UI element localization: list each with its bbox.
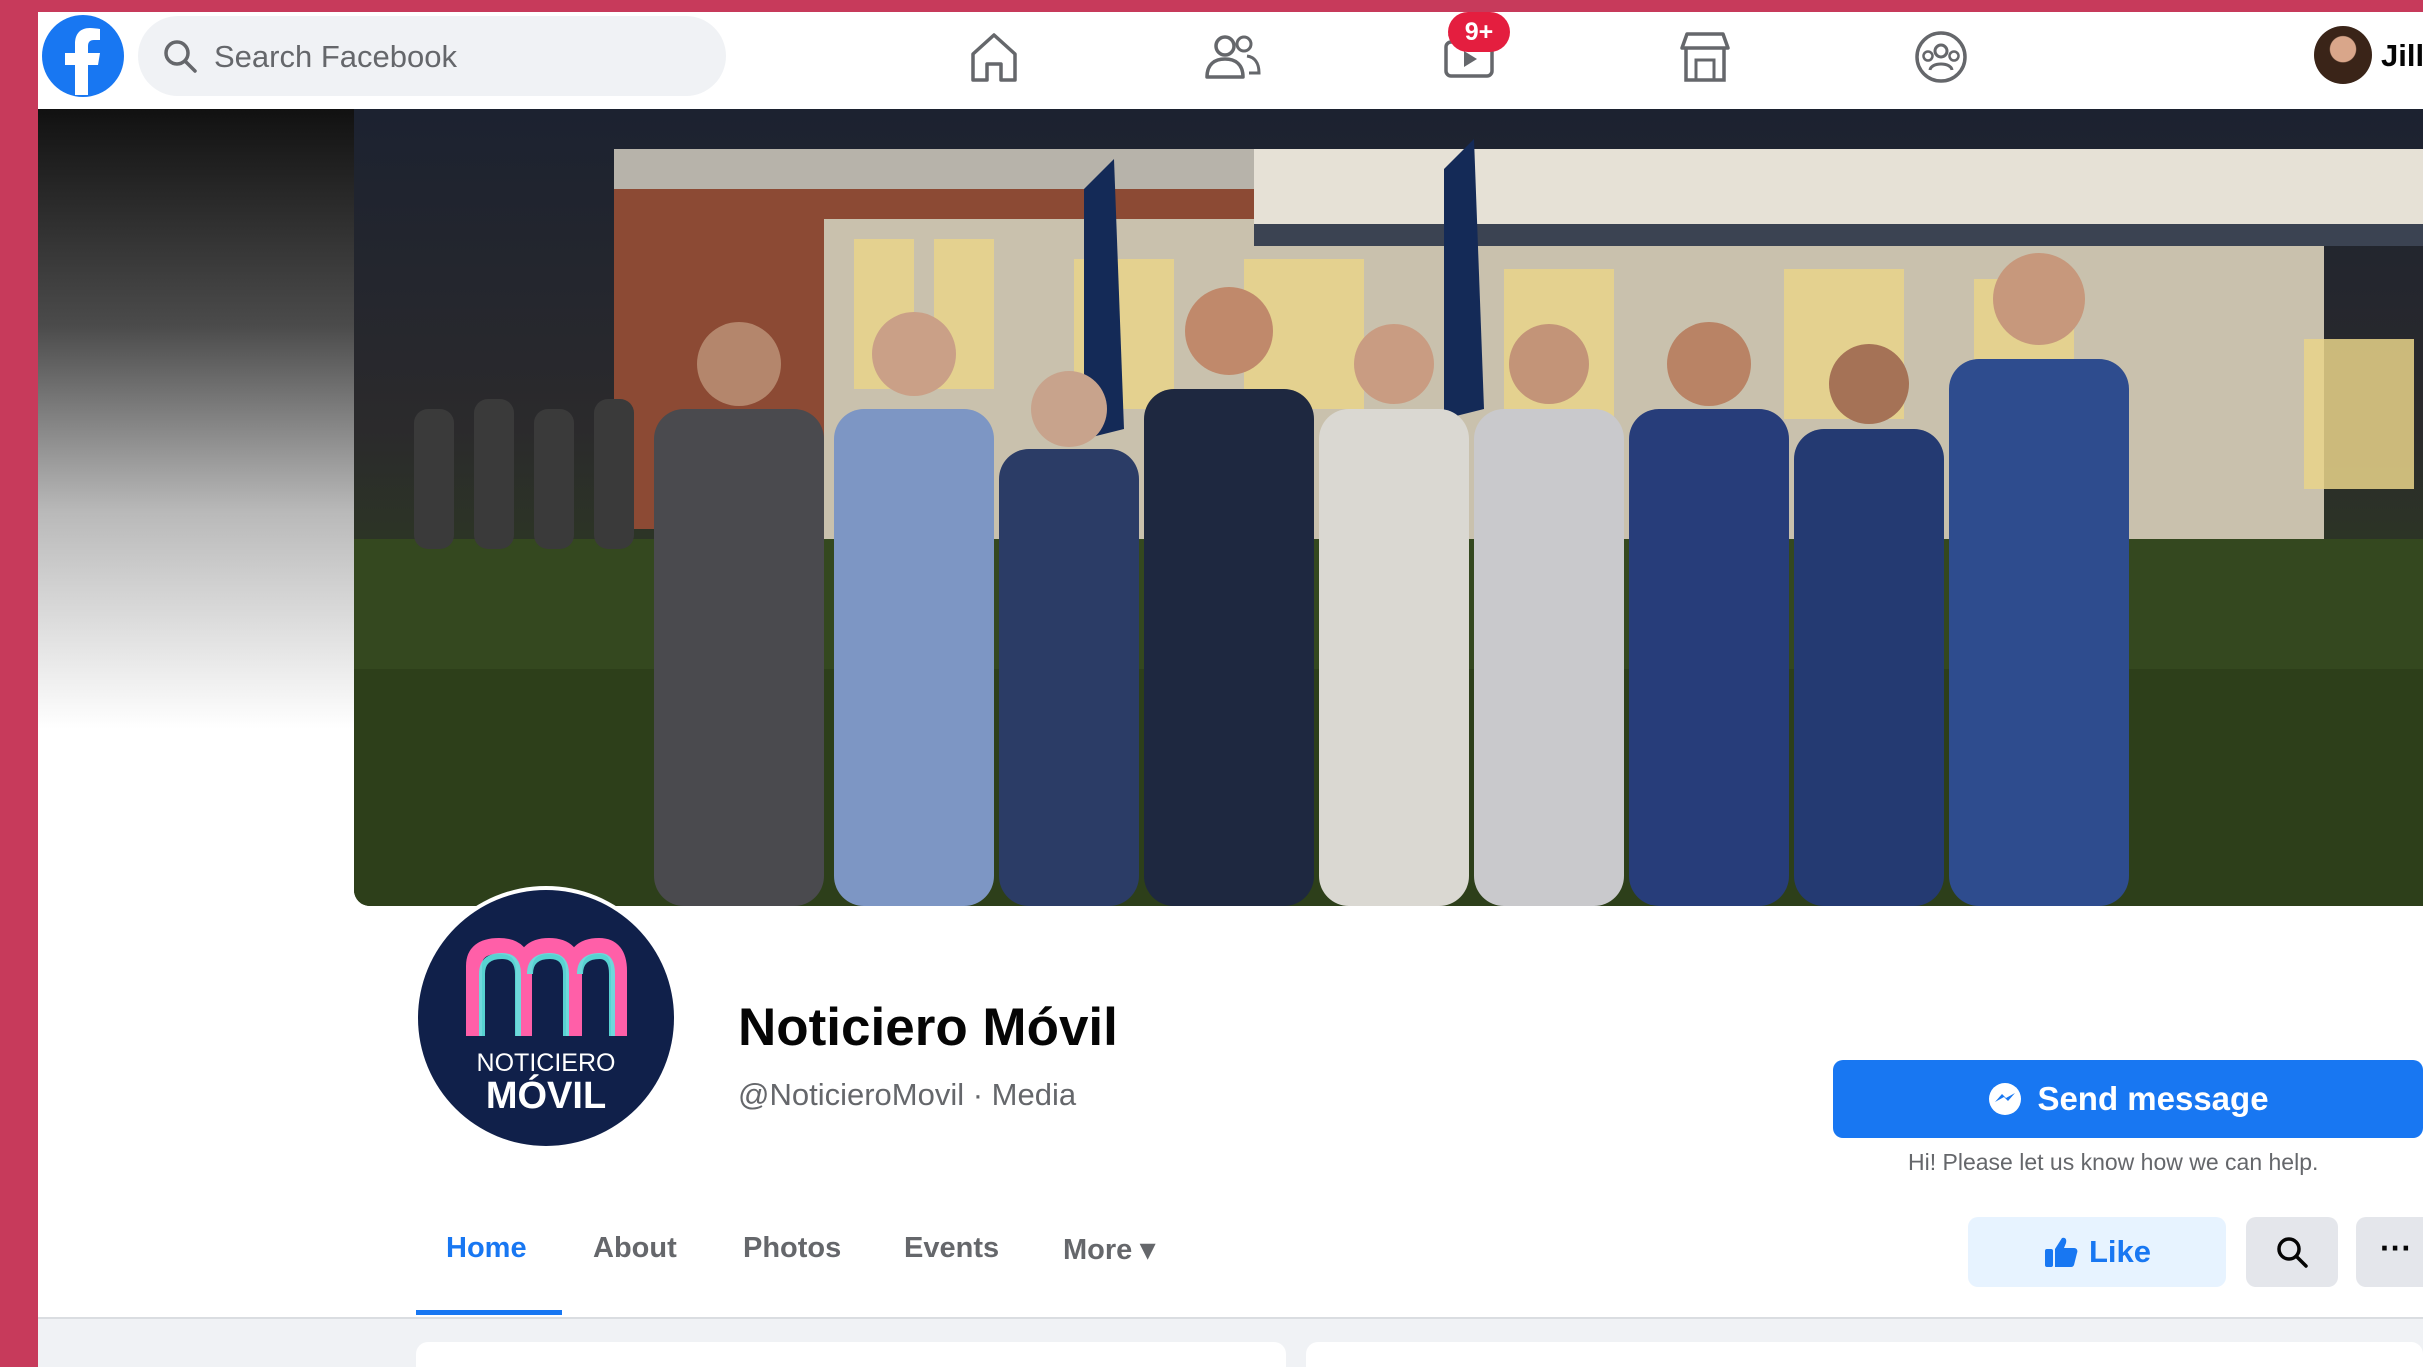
like-page-button[interactable]: Like bbox=[1968, 1217, 2226, 1287]
search-icon bbox=[2277, 1237, 2308, 1268]
left-gradient-panel bbox=[38, 109, 354, 729]
user-name[interactable]: Jill bbox=[2381, 38, 2423, 74]
facebook-logo-icon[interactable] bbox=[42, 15, 124, 97]
send-message-label: Send message bbox=[2037, 1080, 2269, 1117]
home-icon[interactable] bbox=[957, 20, 1031, 94]
send-message-button[interactable]: Send message bbox=[1833, 1060, 2423, 1138]
watch-notification-badge: 9+ bbox=[1448, 12, 1510, 52]
page-profile-picture[interactable]: NOTICIERO MÓVIL bbox=[414, 886, 678, 1150]
messenger-icon bbox=[1989, 1083, 2022, 1115]
tab-about[interactable]: About bbox=[593, 1232, 677, 1265]
marketplace-icon[interactable] bbox=[1668, 20, 1742, 94]
page-handle-category: @NoticieroMovil · Media bbox=[738, 1077, 1077, 1112]
left-feed-card bbox=[416, 1342, 1286, 1367]
facebook-page-window: 9+ Jill bbox=[38, 12, 2423, 1367]
user-avatar[interactable] bbox=[2314, 26, 2372, 84]
thumbs-up-icon bbox=[2044, 1237, 2078, 1267]
like-label: Like bbox=[2088, 1234, 2152, 1269]
search-input[interactable] bbox=[212, 16, 706, 98]
page-logo-text-bottom: MÓVIL bbox=[486, 1073, 606, 1117]
cover-photo[interactable] bbox=[354, 109, 2423, 906]
top-navigation-bar: 9+ Jill bbox=[38, 12, 2423, 110]
friends-icon[interactable] bbox=[1195, 20, 1269, 94]
send-message-hint: Hi! Please let us know how we can help. bbox=[1908, 1149, 2319, 1175]
more-options-button[interactable]: ··· bbox=[2356, 1217, 2423, 1287]
tab-photos[interactable]: Photos bbox=[743, 1232, 841, 1265]
search-bar[interactable] bbox=[138, 16, 726, 98]
search-icon bbox=[164, 40, 197, 73]
page-logo-text-top: NOTICIERO bbox=[477, 1049, 616, 1077]
page-name: Noticiero Móvil bbox=[738, 998, 1118, 1057]
tab-more[interactable]: More ▾ bbox=[1063, 1232, 1155, 1267]
tab-home[interactable]: Home bbox=[446, 1232, 527, 1265]
tab-events[interactable]: Events bbox=[904, 1232, 999, 1265]
cover-photo-scene bbox=[354, 139, 2423, 906]
right-feed-card bbox=[1306, 1342, 2423, 1367]
active-tab-indicator bbox=[416, 1310, 562, 1315]
page-search-button[interactable] bbox=[2246, 1217, 2338, 1287]
groups-icon[interactable] bbox=[1904, 20, 1978, 94]
